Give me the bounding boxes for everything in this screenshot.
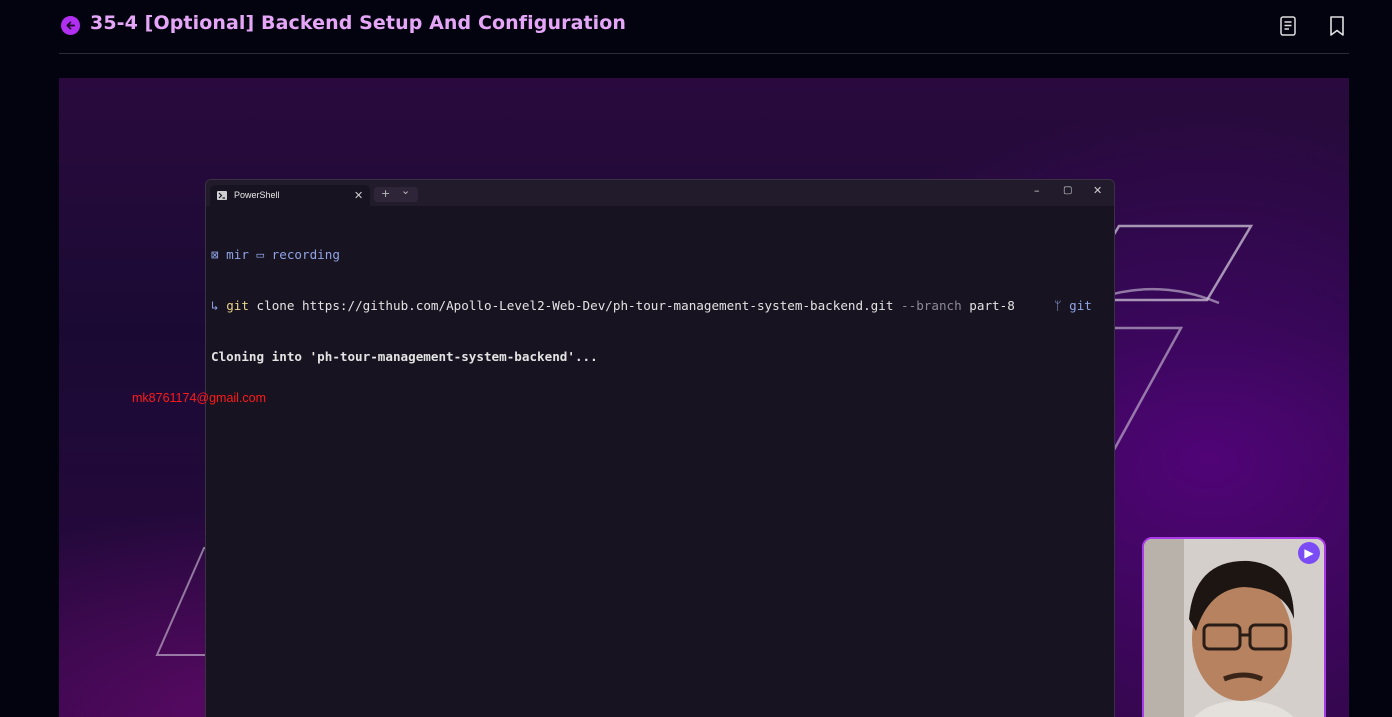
terminal-titlebar: PowerShell ✕ + ⌄ – ▢ ✕ [206, 180, 1114, 206]
webcam-overlay: ▶ [1142, 537, 1326, 717]
close-icon[interactable]: ✕ [1093, 184, 1102, 197]
presenter-video [1144, 539, 1324, 717]
terminal-square-icon: ⊠ [211, 247, 227, 262]
notes-button[interactable] [1277, 14, 1299, 38]
presenter-logo-icon: ▶ [1298, 542, 1320, 564]
terminal-window[interactable]: PowerShell ✕ + ⌄ – ▢ ✕ ⊠ mir ▭ recording… [205, 179, 1115, 717]
command-line: ↳ git clone https://github.com/Apollo-Le… [211, 297, 1114, 314]
minimize-icon[interactable]: – [1034, 184, 1040, 197]
video-player[interactable]: PowerShell ✕ + ⌄ – ▢ ✕ ⊠ mir ▭ recording… [59, 78, 1349, 717]
git-status-label: git [1069, 298, 1092, 313]
cmd-main: clone https://github.com/Apollo-Level2-W… [256, 298, 894, 313]
terminal-output[interactable]: ⊠ mir ▭ recording ↳ git clone https://gi… [211, 212, 1114, 717]
lesson-title: 35-4 [Optional] Backend Setup And Config… [90, 12, 627, 34]
git-status: ᛘ git [1054, 297, 1092, 314]
cmd-arrow: ↳ [211, 298, 219, 313]
maximize-icon[interactable]: ▢ [1063, 185, 1072, 196]
tab-label: PowerShell [234, 190, 280, 200]
cmd-flag: --branch [901, 298, 962, 313]
lesson-header: 35-4 [Optional] Backend Setup And Config… [59, 0, 1349, 54]
git-branch-icon: ᛘ [1054, 298, 1070, 313]
tab-close-icon[interactable]: ✕ [354, 189, 363, 202]
document-icon [1280, 16, 1296, 36]
prompt-dir: recording [271, 247, 340, 262]
new-tab-controls: + ⌄ [374, 184, 418, 202]
prompt-line: ⊠ mir ▭ recording [211, 246, 1114, 263]
tab-powershell[interactable]: PowerShell ✕ [210, 185, 370, 206]
cmd-git: git [226, 298, 249, 313]
powershell-icon [217, 191, 227, 200]
folder-icon: ▭ [248, 247, 272, 262]
chevron-down-icon[interactable]: ⌄ [401, 184, 410, 197]
prompt-user: mir [226, 247, 249, 262]
output-line: Cloning into 'ph-tour-management-system-… [211, 349, 598, 364]
watermark-email: mk8761174@gmail.com [132, 391, 267, 405]
arrow-left-icon [66, 21, 75, 30]
bookmark-button[interactable] [1326, 14, 1348, 38]
cmd-branch: part-8 [969, 298, 1015, 313]
bookmark-icon [1330, 16, 1344, 36]
new-tab-button[interactable]: + [381, 187, 390, 200]
back-button[interactable] [61, 16, 80, 35]
